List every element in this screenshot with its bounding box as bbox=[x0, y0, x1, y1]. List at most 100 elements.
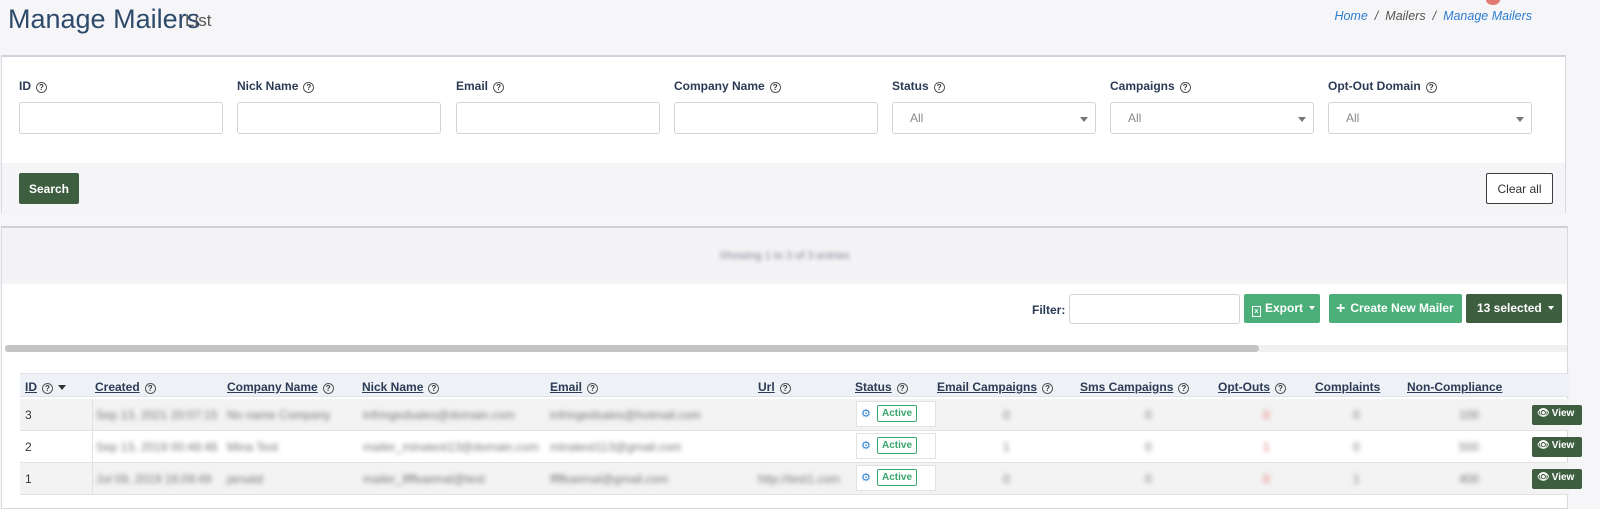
mailers-list-panel: Showing 1 to 3 of 3 entries Filter: x Exp… bbox=[1, 226, 1582, 509]
search-button[interactable]: Search bbox=[19, 173, 79, 204]
columns-selected-button[interactable]: 13 selected bbox=[1466, 294, 1562, 323]
opt-out-domain-filter: Opt-Out Domain? All bbox=[1328, 79, 1532, 134]
status-badge: Active bbox=[877, 437, 918, 454]
url-cell[interactable]: http://test1.com bbox=[758, 472, 840, 486]
opt-outs-cell: 1 bbox=[1263, 440, 1270, 454]
help-icon[interactable]: ? bbox=[36, 82, 47, 93]
help-icon: ? bbox=[42, 383, 53, 394]
created-cell: Sep 13, 2021 20:07:15 bbox=[96, 408, 218, 422]
column-company-name[interactable]: Company Name? bbox=[227, 380, 334, 394]
columns-selected-label: 13 selected bbox=[1477, 301, 1542, 315]
sort-desc-icon[interactable] bbox=[58, 385, 66, 390]
column-created[interactable]: Created? bbox=[95, 380, 156, 394]
help-icon[interactable]: ? bbox=[1425, 82, 1437, 93]
opt-out-domain-select-value: All bbox=[1346, 111, 1360, 125]
clear-all-button[interactable]: Clear all bbox=[1486, 173, 1553, 204]
gears-icon[interactable]: ⚙ bbox=[861, 439, 871, 452]
nick-name-filter: Nick Name? bbox=[237, 79, 441, 134]
breadcrumb-separator: / bbox=[1374, 9, 1379, 23]
breadcrumb-manage-mailers[interactable]: Manage Mailers bbox=[1443, 9, 1532, 23]
sms-campaigns-cell: 0 bbox=[1145, 472, 1152, 486]
sms-campaigns-cell: 0 bbox=[1145, 408, 1152, 422]
company-cell: Mina Test bbox=[227, 440, 279, 454]
help-icon[interactable]: ? bbox=[769, 82, 781, 93]
id-input[interactable] bbox=[19, 102, 223, 134]
caret-down-icon bbox=[1309, 306, 1316, 310]
filter-label: Filter: bbox=[1032, 303, 1066, 317]
status-cell: ⚙ Active bbox=[856, 401, 936, 427]
email-campaigns-cell: 0 bbox=[1003, 408, 1010, 422]
export-button[interactable]: x Export bbox=[1244, 294, 1320, 323]
opt-out-domain-select[interactable]: All bbox=[1328, 102, 1532, 134]
nick-name-input[interactable] bbox=[237, 102, 441, 134]
create-new-mailer-button[interactable]: + Create New Mailer bbox=[1329, 294, 1462, 323]
campaigns-label: Campaigns bbox=[1110, 79, 1175, 93]
gears-icon[interactable]: ⚙ bbox=[861, 471, 871, 484]
eye-icon: 👁 bbox=[1537, 408, 1550, 419]
created-cell: Jul 09, 2019 16:09:49 bbox=[96, 472, 212, 486]
search-panel: ID? Nick Name? Email? Company Name? Stat… bbox=[1, 55, 1566, 213]
status-select[interactable]: All bbox=[892, 102, 1096, 134]
view-button[interactable]: 👁 View bbox=[1532, 469, 1582, 489]
email-input[interactable] bbox=[456, 102, 660, 134]
table-row[interactable]: 1 Jul 09, 2019 16:09:49 jarsatd mailer_l… bbox=[20, 463, 1582, 495]
column-email[interactable]: Email? bbox=[550, 380, 599, 394]
id-cell: 1 bbox=[20, 463, 93, 494]
non-compliance-cell: 500 bbox=[1459, 440, 1480, 454]
complaints-cell: 1 bbox=[1353, 472, 1360, 486]
gears-icon[interactable]: ⚙ bbox=[861, 407, 871, 420]
column-sms-campaigns[interactable]: Sms Campaigns? bbox=[1080, 380, 1190, 394]
help-icon[interactable]: ? bbox=[493, 82, 505, 93]
search-footer: Search Clear all bbox=[2, 163, 1565, 213]
complaints-cell: 0 bbox=[1353, 440, 1360, 454]
table-row[interactable]: 3 Sep 13, 2021 20:07:15 No name Company … bbox=[20, 399, 1582, 431]
help-icon: ? bbox=[1042, 383, 1054, 394]
table-header: ID? Created? Company Name? Nick Name? Em… bbox=[20, 373, 1569, 397]
view-button[interactable]: 👁 View bbox=[1532, 405, 1582, 425]
excel-icon: x bbox=[1252, 306, 1261, 317]
help-icon[interactable]: ? bbox=[933, 82, 945, 93]
column-non-compliance[interactable]: Non-Compliance bbox=[1407, 380, 1502, 394]
nick-name-cell: mailer_minatest13@domain.com bbox=[363, 440, 539, 454]
help-icon: ? bbox=[587, 383, 599, 394]
horizontal-scrollbar-thumb[interactable] bbox=[5, 345, 1259, 352]
column-nick-name[interactable]: Nick Name? bbox=[362, 380, 440, 394]
column-email-campaigns[interactable]: Email Campaigns? bbox=[937, 380, 1054, 394]
breadcrumb: Home / Mailers / Manage Mailers bbox=[1334, 9, 1532, 23]
id-cell: 3 bbox=[20, 399, 93, 430]
filter-input[interactable] bbox=[1069, 294, 1240, 324]
email-label: Email bbox=[456, 79, 489, 93]
campaigns-select[interactable]: All bbox=[1110, 102, 1314, 134]
complaints-cell: 0 bbox=[1353, 408, 1360, 422]
column-url[interactable]: Url? bbox=[758, 380, 791, 394]
plus-icon: + bbox=[1336, 300, 1346, 317]
page-subtitle: List bbox=[185, 11, 212, 30]
showing-entries-text: Showing 1 to 3 of 3 entries bbox=[719, 250, 850, 262]
status-badge: Active bbox=[877, 469, 918, 486]
help-icon: ? bbox=[779, 383, 791, 394]
campaigns-select-value: All bbox=[1128, 111, 1142, 125]
non-compliance-cell: 100 bbox=[1459, 408, 1480, 422]
nick-name-cell: infringedsales@domain.com bbox=[363, 408, 515, 422]
column-id[interactable]: ID? bbox=[25, 380, 66, 394]
status-select-value: All bbox=[910, 111, 924, 125]
page-header: Manage Mailers List Home / Mailers / Manage … bbox=[0, 0, 1600, 50]
view-button[interactable]: 👁 View bbox=[1532, 437, 1582, 457]
email-campaigns-cell: 1 bbox=[1003, 440, 1010, 454]
table-row[interactable]: 2 Sep 13, 2019 00:48:48 Mina Test mailer… bbox=[20, 431, 1582, 463]
sms-campaigns-cell: 0 bbox=[1145, 440, 1152, 454]
help-icon[interactable]: ? bbox=[1179, 82, 1191, 93]
help-icon[interactable]: ? bbox=[303, 82, 315, 93]
breadcrumb-mailers[interactable]: Mailers bbox=[1385, 9, 1425, 23]
nick-name-label: Nick Name bbox=[237, 79, 299, 93]
column-status[interactable]: Status? bbox=[855, 380, 908, 394]
status-filter: Status? All bbox=[892, 79, 1096, 134]
created-cell: Sep 13, 2019 00:48:48 bbox=[96, 440, 218, 454]
status-cell: ⚙ Active bbox=[856, 465, 936, 491]
export-label: Export bbox=[1265, 301, 1304, 315]
company-name-input[interactable] bbox=[674, 102, 878, 134]
nick-name-cell: mailer_lfffkaemal@test bbox=[363, 472, 485, 486]
column-opt-outs[interactable]: Opt-Outs? bbox=[1218, 380, 1286, 394]
column-complaints[interactable]: Complaints bbox=[1315, 380, 1380, 394]
breadcrumb-home[interactable]: Home bbox=[1334, 9, 1367, 23]
